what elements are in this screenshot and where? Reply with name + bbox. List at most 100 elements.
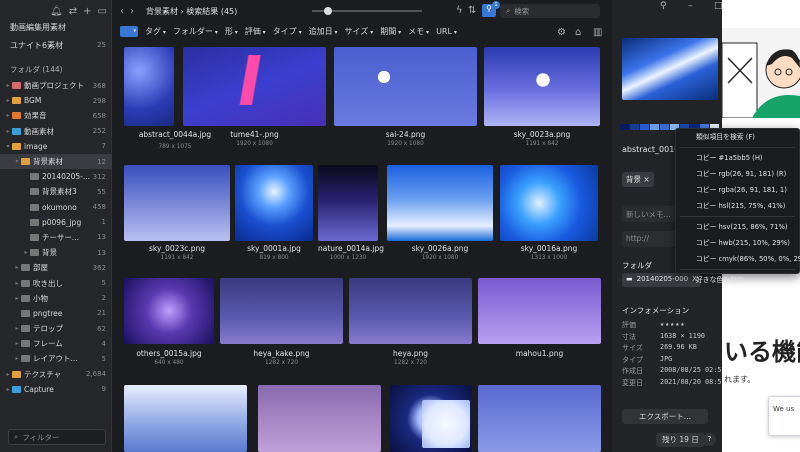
chevron-icon[interactable]: ▸: [13, 340, 21, 347]
sidebar-folder-item[interactable]: ▸ レイアウト... 5: [0, 351, 112, 366]
tag-chip[interactable]: 背景 ×: [622, 172, 654, 187]
layout-icon[interactable]: ▭: [97, 6, 106, 17]
color-swatch[interactable]: [640, 124, 649, 130]
image-thumbnail[interactable]: [220, 278, 343, 344]
sidebar-folder-item[interactable]: ▾ 背景素材 12: [0, 153, 112, 170]
close-icon[interactable]: ×: [643, 175, 649, 184]
trial-remaining-badge[interactable]: 残り 19 日: [656, 433, 705, 447]
image-thumbnail[interactable]: [124, 385, 247, 452]
slider-knob[interactable]: [324, 7, 332, 15]
sidebar-folder-item[interactable]: ▸ Capture 9: [0, 382, 112, 397]
search-input[interactable]: ⌕ 検索: [500, 4, 600, 18]
bell-icon[interactable]: 🔔︎: [50, 6, 63, 17]
image-thumbnail[interactable]: [478, 278, 601, 344]
color-filter-chip[interactable]: ▾: [120, 25, 138, 37]
image-thumbnail[interactable]: [235, 165, 313, 241]
filter-chip[interactable]: タイプ ▾: [273, 26, 302, 37]
sidebar-folder-item[interactable]: 20140205-... 312: [0, 169, 112, 184]
thumbnail-size-slider[interactable]: [312, 7, 422, 15]
chevron-icon[interactable]: ▸: [13, 280, 21, 287]
filter-chip[interactable]: URL ▾: [436, 27, 457, 36]
sidebar-folder-item[interactable]: ▸ 効果音 658: [0, 108, 112, 123]
forward-icon[interactable]: ›: [130, 6, 134, 17]
sidebar-folder-item[interactable]: 背景素材3 55: [0, 184, 112, 199]
image-thumbnail[interactable]: [387, 165, 493, 241]
help-icon[interactable]: ?: [703, 433, 716, 446]
image-thumbnail[interactable]: [124, 47, 174, 126]
chevron-icon[interactable]: ▸: [4, 82, 12, 89]
bolt-icon[interactable]: ϟ: [456, 5, 463, 16]
filter-chip[interactable]: 期間 ▾: [380, 26, 401, 37]
filter-chip[interactable]: 形 ▾: [225, 26, 238, 37]
sidebar-folder-item[interactable]: ▸ フレーム 4: [0, 336, 112, 351]
filter-chip[interactable]: 評価 ▾: [245, 26, 266, 37]
image-thumbnail[interactable]: [124, 165, 230, 241]
image-thumbnail[interactable]: [349, 278, 472, 344]
chevron-icon[interactable]: ▸: [4, 128, 12, 135]
lock-icon[interactable]: ⌂: [575, 27, 581, 38]
sidebar-filter-input[interactable]: ⌕ フィルター: [8, 429, 106, 445]
image-thumbnail[interactable]: [318, 165, 378, 241]
sidebar-folder-item[interactable]: ▾ image 7: [0, 139, 112, 154]
pinned-item[interactable]: 動画編集用素材: [10, 20, 110, 34]
chevron-icon[interactable]: ▸: [4, 386, 12, 393]
menu-item[interactable]: コピー rgba(26, 91, 181, 1): [676, 182, 799, 198]
preview-image[interactable]: [622, 38, 718, 100]
sidebar-folder-item[interactable]: pngtree 21: [0, 306, 112, 321]
menu-item[interactable]: コピー hwb(215, 10%, 29%): [676, 235, 799, 251]
menu-item[interactable]: 好きな色を設定: [676, 272, 799, 288]
menu-item[interactable]: コピー #1a5bb5 (H): [676, 150, 799, 166]
chevron-icon[interactable]: ▾: [13, 158, 21, 165]
color-swatch[interactable]: [650, 124, 659, 130]
sidebar-folder-item[interactable]: ▸ 背景 13: [0, 245, 112, 260]
image-thumbnail[interactable]: [258, 385, 381, 452]
menu-item[interactable]: コピー cmyk(86%, 50%, 0%, 29%): [676, 251, 800, 267]
sidebar-folder-item[interactable]: p0096_jpg 1: [0, 215, 112, 230]
sidebar-folder-item[interactable]: ▸ 小物 2: [0, 291, 112, 306]
back-icon[interactable]: ‹: [120, 6, 124, 17]
cookie-card[interactable]: We us: [768, 396, 800, 436]
sync-icon[interactable]: ⇄: [69, 6, 77, 17]
sidebar-folder-item[interactable]: ▸ 部屋 362: [0, 260, 112, 275]
chevron-icon[interactable]: ▸: [22, 249, 30, 256]
color-swatch[interactable]: [620, 124, 629, 130]
chevron-icon[interactable]: ▸: [13, 325, 21, 332]
chevron-icon[interactable]: ▸: [4, 112, 12, 119]
color-swatch[interactable]: [630, 124, 639, 130]
image-thumbnail[interactable]: [334, 47, 477, 126]
filter-settings-icon[interactable]: ⚙: [557, 27, 566, 38]
pin-icon[interactable]: ⚲: [660, 1, 667, 11]
add-icon[interactable]: +: [83, 6, 91, 17]
chevron-icon[interactable]: ▸: [13, 355, 21, 362]
menu-item[interactable]: 類似項目を検索 (F): [676, 129, 799, 145]
menu-item[interactable]: コピー rgb(26, 91, 181) (R): [676, 166, 799, 182]
sidebar-folder-item[interactable]: ▸ BGM 298: [0, 93, 112, 108]
minimize-icon[interactable]: –: [688, 1, 693, 11]
menu-item[interactable]: コピー hsl(215, 75%, 41%): [676, 198, 799, 214]
image-thumbnail[interactable]: [124, 278, 214, 344]
chevron-icon[interactable]: ▸: [13, 264, 21, 271]
filter-chip[interactable]: サイズ ▾: [345, 26, 374, 37]
sort-icon[interactable]: ⇅: [468, 5, 476, 16]
sidebar-folder-item[interactable]: ▸ 吹き出し 5: [0, 275, 112, 290]
filter-chip[interactable]: 追加日 ▾: [309, 26, 338, 37]
filter-chip[interactable]: メモ ▾: [408, 26, 429, 37]
chevron-icon[interactable]: ▸: [13, 295, 21, 302]
chevron-icon[interactable]: ▾: [4, 143, 12, 150]
filter-chip[interactable]: タグ ▾: [145, 26, 166, 37]
trash-icon[interactable]: ▥: [593, 27, 602, 38]
filter-chip[interactable]: フォルダー ▾: [173, 26, 218, 37]
sidebar-folder-item[interactable]: ▸ 動画素材 252: [0, 124, 112, 139]
export-button[interactable]: エクスポート...: [622, 409, 708, 424]
sidebar-folder-item[interactable]: ▸ テクスチャ 2,684: [0, 367, 112, 382]
chevron-icon[interactable]: ▸: [4, 97, 12, 104]
sidebar-folder-item[interactable]: ▸ テロップ 62: [0, 321, 112, 336]
image-thumbnail[interactable]: [500, 165, 598, 241]
sidebar-folder-item[interactable]: okumono 458: [0, 200, 112, 215]
rating-stars[interactable]: ★★★★★: [660, 320, 685, 330]
chevron-icon[interactable]: ▸: [4, 371, 12, 378]
pinned-item[interactable]: ユナイト6素材 25: [10, 38, 110, 52]
color-swatch[interactable]: [660, 124, 669, 130]
sidebar-folder-item[interactable]: ▸ 動画プロジェクト 368: [0, 78, 112, 93]
image-thumbnail[interactable]: [478, 385, 601, 452]
